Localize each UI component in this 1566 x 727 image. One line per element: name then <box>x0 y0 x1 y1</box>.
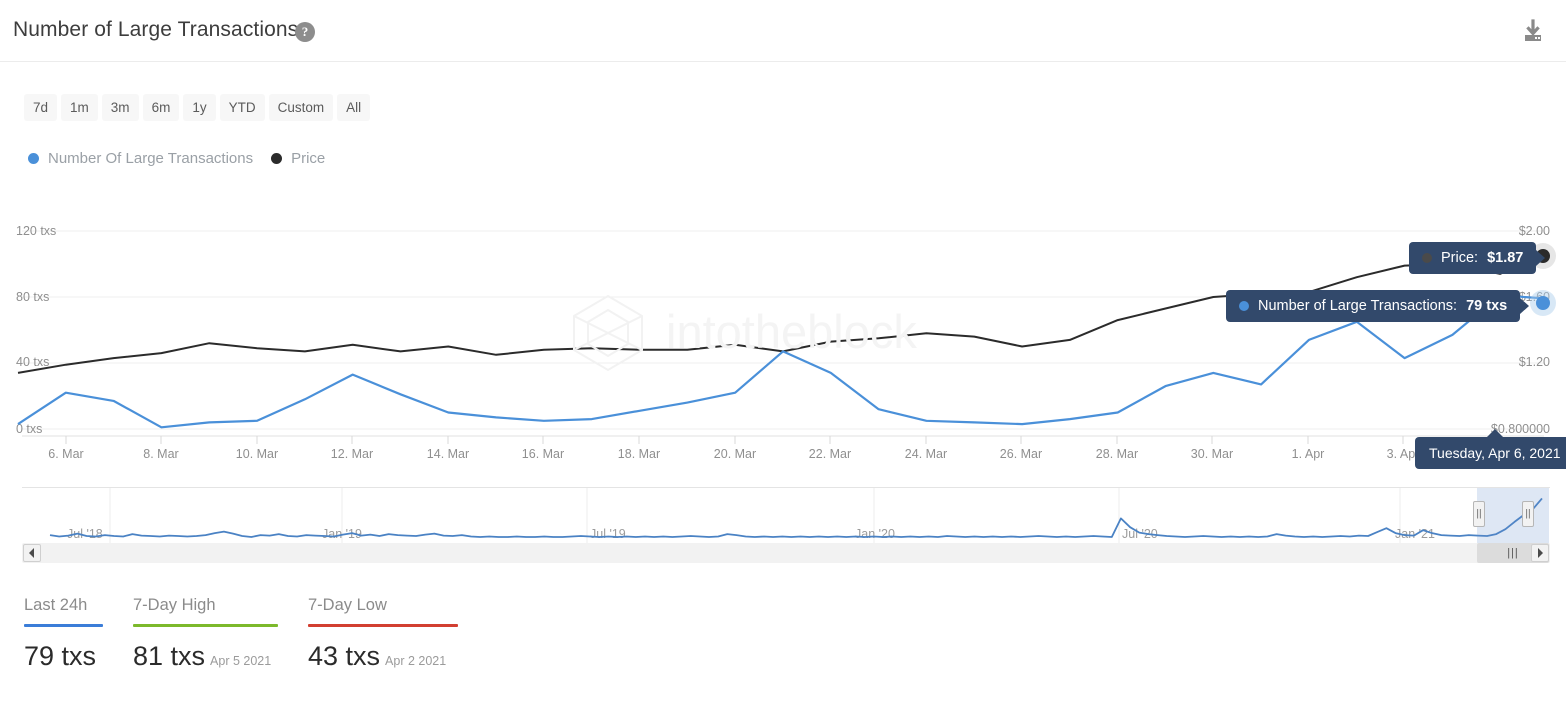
x-axis-labels: 6. Mar 8. Mar 10. Mar 12. Mar 14. Mar 16… <box>48 447 1419 461</box>
range-button-ytd[interactable]: YTD <box>219 94 265 121</box>
navigator-handle-grip: || <box>1476 508 1482 520</box>
tooltip-price-value: $1.87 <box>1487 250 1524 266</box>
navigator-series-line <box>49 497 1543 538</box>
range-button-1m[interactable]: 1m <box>61 94 98 121</box>
chart-svg: 120 txs 80 txs 40 txs 0 txs $2.00 $1.60 … <box>16 224 1550 461</box>
stat-underline <box>24 624 103 627</box>
nav-tick-2: Jul '19 <box>590 527 626 541</box>
tooltip-transactions: Number of Large Transactions: 79 txs <box>1226 290 1530 322</box>
x-tick-9: 24. Mar <box>905 447 947 461</box>
navigator-selection-mask[interactable] <box>1477 488 1549 544</box>
navigator-scrollbar[interactable]: ||| <box>22 543 1550 563</box>
legend-label-transactions: Number Of Large Transactions <box>48 150 254 167</box>
x-tick-6: 18. Mar <box>618 447 660 461</box>
x-tick-11: 28. Mar <box>1096 447 1138 461</box>
scroll-right-arrow-svg <box>1538 548 1543 558</box>
x-tick-8: 22. Mar <box>809 447 851 461</box>
download-icon[interactable] <box>1518 16 1548 46</box>
tooltip-dot-icon <box>1239 301 1249 311</box>
legend-dot-icon <box>28 153 39 164</box>
chart-gridlines <box>22 230 1544 430</box>
x-axis-ticks <box>65 436 1404 444</box>
y-left-tick-120: 120 txs <box>16 224 56 238</box>
legend-item-price[interactable]: Price <box>271 150 325 167</box>
tooltip-dot-icon <box>1422 253 1432 263</box>
tooltip-transactions-value: 79 txs <box>1466 298 1508 314</box>
question-mark-icon[interactable]: ? <box>295 22 315 42</box>
x-tick-3: 12. Mar <box>331 447 373 461</box>
y-right-tick-120: $1.20 <box>1519 355 1550 369</box>
stats-row: Last 24h 79 txs 7-Day High 81 txs Apr 5 2… <box>24 596 488 672</box>
navigator-thumb-grip: ||| <box>1507 547 1519 559</box>
stat-date: Apr 2 2021 <box>385 654 447 668</box>
chart-navigator[interactable]: Jul '18 Jan '19 Jul '19 Jan '20 Jul '20 … <box>22 487 1550 564</box>
stat-value: 79 txs <box>24 641 97 671</box>
chart-legend: Number Of Large Transactions Price <box>28 150 325 167</box>
chart-page: Number of Large Transactions ? 7d 1m 3m … <box>0 0 1566 727</box>
range-button-7d[interactable]: 7d <box>24 94 58 121</box>
x-tick-0: 6. Mar <box>48 447 83 461</box>
scroll-right-arrow-icon[interactable] <box>1531 544 1549 562</box>
legend-label-price: Price <box>291 150 326 167</box>
stat-label: Last 24h <box>24 596 88 614</box>
navigator-tick-labels: Jul '18 Jan '19 Jul '19 Jan '20 Jul '20 … <box>67 527 1435 541</box>
x-tick-12: 30. Mar <box>1191 447 1233 461</box>
range-button-6m[interactable]: 6m <box>142 94 180 121</box>
range-button-1y[interactable]: 1y <box>183 94 216 121</box>
stat-7-day-high: 7-Day High 81 txs Apr 5 2021 <box>133 596 308 672</box>
stat-underline <box>133 624 278 627</box>
transactions-marker <box>1536 296 1550 310</box>
navigator-handle-grip: || <box>1525 508 1531 520</box>
stat-value: 43 txs <box>308 641 381 671</box>
navigator-svg: Jul '18 Jan '19 Jul '19 Jan '20 Jul '20 … <box>49 488 1543 544</box>
x-tick-7: 20. Mar <box>714 447 756 461</box>
stat-value: 81 txs <box>133 641 206 671</box>
x-tick-1: 8. Mar <box>143 447 178 461</box>
tooltip-price: Price: $1.87 <box>1409 242 1546 274</box>
tooltip-transactions-label: Number of Large Transactions: <box>1258 298 1458 314</box>
scroll-left-arrow-icon[interactable] <box>23 544 41 562</box>
download-icon-svg <box>1525 19 1541 41</box>
x-tick-4: 14. Mar <box>427 447 469 461</box>
x-tick-2: 10. Mar <box>236 447 278 461</box>
y-right-tick-200: $2.00 <box>1519 224 1550 238</box>
y-left-tick-80: 80 txs <box>16 290 49 304</box>
x-tick-10: 26. Mar <box>1000 447 1042 461</box>
x-tick-13: 1. Apr <box>1292 447 1325 461</box>
header: Number of Large Transactions ? <box>0 0 1566 62</box>
stat-7-day-low: 7-Day Low 43 txs Apr 2 2021 <box>308 596 488 672</box>
stat-last-24h: Last 24h 79 txs <box>24 596 133 672</box>
range-button-3m[interactable]: 3m <box>101 94 139 121</box>
navigator-plot: Jul '18 Jan '19 Jul '19 Jan '20 Jul '20 … <box>22 487 1550 544</box>
x-tick-5: 16. Mar <box>522 447 564 461</box>
y-left-tick-40: 40 txs <box>16 355 49 369</box>
navigator-handle-right[interactable]: || <box>1522 501 1534 527</box>
page-title: Number of Large Transactions <box>13 18 299 41</box>
range-button-all[interactable]: All <box>337 94 371 121</box>
range-button-custom[interactable]: Custom <box>268 94 334 121</box>
range-selector: 7d 1m 3m 6m 1y YTD Custom All <box>24 94 371 121</box>
stat-label: 7-Day High <box>133 596 216 614</box>
nav-tick-3: Jan '20 <box>855 527 895 541</box>
tooltip-price-label: Price: <box>1441 250 1479 266</box>
legend-item-transactions[interactable]: Number Of Large Transactions <box>28 150 253 167</box>
navigator-handle-left[interactable]: || <box>1473 501 1485 527</box>
stat-date: Apr 5 2021 <box>210 654 272 668</box>
tooltip-date: Tuesday, Apr 6, 2021 <box>1415 429 1566 469</box>
main-chart[interactable]: 120 txs 80 txs 40 txs 0 txs $2.00 $1.60 … <box>0 200 1566 475</box>
scroll-left-arrow-svg <box>29 548 34 558</box>
legend-dot-icon <box>271 153 283 164</box>
stat-label: 7-Day Low <box>308 596 387 614</box>
stat-underline <box>308 624 458 627</box>
